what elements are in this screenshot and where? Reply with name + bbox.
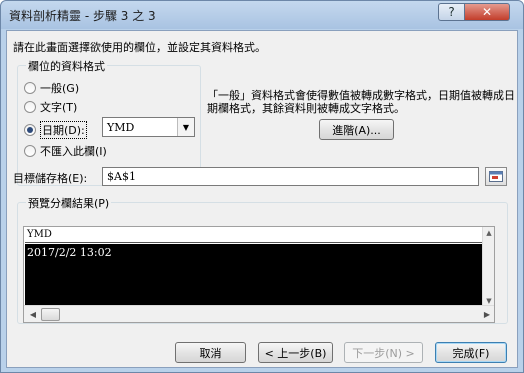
cancel-button-label: 取消 (199, 346, 222, 360)
radio-general-label: 一般(G) (40, 82, 80, 95)
instruction-text: 請在此畫面選擇欲使用的欄位，並設定其資料格式。 (13, 41, 266, 54)
radio-date-label: 日期(D): (40, 121, 87, 139)
preview-data-area[interactable]: 2017/2/2 13:02 (25, 244, 485, 306)
advanced-button-label: 進階(A)... (332, 123, 381, 137)
help-button[interactable]: ? (438, 3, 464, 21)
collapse-dialog-button[interactable] (485, 167, 507, 186)
destination-label: 目標儲存格(E): (13, 172, 88, 185)
format-description: 「一般」資料格式會使得數值被轉成數字格式，日期值被轉成日期欄格式，其餘資料則被轉… (207, 89, 515, 115)
radio-date[interactable]: 日期(D): (24, 121, 87, 139)
range-select-icon (489, 171, 503, 182)
scroll-left-icon[interactable]: ◀ (26, 308, 40, 321)
back-button[interactable]: < 上一步(B) (258, 342, 333, 363)
data-preview[interactable]: YMD 2017/2/2 13:02 ▲ ▼ ◀ ▶ (23, 226, 495, 323)
horizontal-scroll-thumb[interactable] (41, 308, 60, 321)
radio-text-circle[interactable] (24, 101, 36, 113)
radio-general-circle[interactable] (24, 82, 36, 94)
close-button[interactable]: ✕ (464, 3, 510, 21)
finish-button-label: 完成(F) (452, 346, 490, 360)
next-button[interactable]: 下一步(N) > (344, 342, 423, 363)
dialog-window: 資料剖析精靈 - 步驟 3 之 3 ? ✕ 請在此畫面選擇欲使用的欄位，並設定其… (0, 0, 524, 373)
radio-skip-circle[interactable] (24, 145, 36, 157)
next-button-label: 下一步(N) > (352, 346, 415, 360)
radio-date-circle[interactable] (24, 124, 36, 136)
preview-title: 預覽分欄結果(P) (26, 195, 112, 211)
back-button-label: < 上一步(B) (264, 346, 327, 360)
scroll-up-icon[interactable]: ▲ (483, 227, 494, 239)
chevron-down-icon[interactable]: ▼ (177, 118, 194, 136)
radio-general[interactable]: 一般(G) (24, 80, 79, 96)
dialog-body: 請在此畫面選擇欲使用的欄位，並設定其資料格式。 欄位的資料格式 一般(G) 文字… (6, 30, 518, 368)
preview-cell: 2017/2/2 13:02 (27, 246, 112, 259)
scroll-right-icon[interactable]: ▶ (480, 308, 494, 321)
column-format-title: 欄位的資料格式 (26, 58, 107, 74)
date-format-value: YMD (107, 121, 135, 134)
preview-column-header[interactable]: YMD (25, 228, 485, 243)
cancel-button[interactable]: 取消 (175, 342, 246, 363)
vertical-scrollbar[interactable]: ▲ ▼ (482, 227, 494, 307)
radio-skip-label: 不匯入此欄(I) (40, 145, 107, 158)
advanced-button[interactable]: 進階(A)... (319, 119, 394, 140)
destination-value: $A$1 (107, 170, 136, 183)
radio-skip-column[interactable]: 不匯入此欄(I) (24, 143, 107, 159)
help-icon: ? (448, 5, 455, 19)
radio-text-label: 文字(T) (40, 101, 78, 114)
close-icon: ✕ (481, 5, 493, 19)
date-format-select[interactable]: YMD ▼ (102, 117, 195, 137)
finish-button[interactable]: 完成(F) (435, 342, 507, 363)
preview-group: 預覽分欄結果(P) YMD 2017/2/2 13:02 ▲ ▼ ◀ ▶ (17, 195, 508, 324)
destination-input[interactable]: $A$1 (102, 167, 479, 186)
title-bar[interactable]: 資料剖析精靈 - 步驟 3 之 3 ? ✕ (1, 1, 523, 29)
window-title: 資料剖析精靈 - 步驟 3 之 3 (9, 9, 156, 23)
horizontal-scrollbar[interactable]: ◀ ▶ (24, 305, 494, 322)
radio-text[interactable]: 文字(T) (24, 99, 77, 115)
